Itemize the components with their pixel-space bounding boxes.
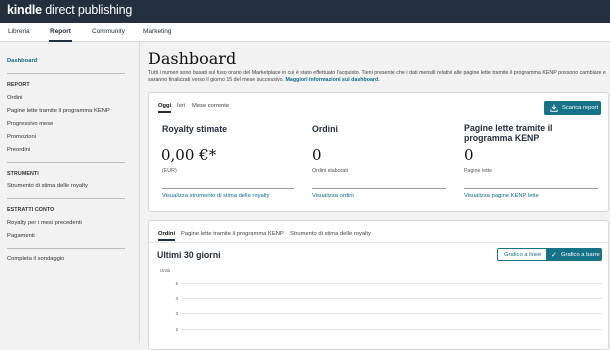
metric-value-royalty: 0,00 €* bbox=[161, 146, 217, 164]
tab-chart-ordini[interactable]: Ordini bbox=[158, 231, 176, 241]
nav-tab-community[interactable]: Community bbox=[92, 28, 125, 35]
divider bbox=[7, 198, 125, 199]
top-bar: kindle direct publishing bbox=[0, 0, 610, 23]
gridline bbox=[182, 283, 602, 284]
dashboard-info-link[interactable]: Maggiori informazioni sul dashboard. bbox=[286, 77, 380, 83]
sidebar-item-pagamenti[interactable]: Pagamenti bbox=[7, 233, 35, 239]
divider bbox=[312, 188, 446, 189]
main-nav: Libreria Report Community Marketing bbox=[0, 23, 610, 42]
link-royalty-estimator[interactable]: Visualizza strumento di stima delle roya… bbox=[162, 193, 270, 199]
chart-title: Ultimi 30 giorni bbox=[157, 250, 221, 260]
bar-chart-toggle[interactable]: ✓ Grafico a barre bbox=[547, 248, 602, 261]
metric-title-ordini: Ordini bbox=[312, 124, 338, 134]
sidebar-item-royalty-estimator[interactable]: Strumento di stima delle royalty bbox=[7, 183, 88, 189]
divider bbox=[7, 162, 125, 163]
divider bbox=[162, 188, 294, 189]
y-tick-2: 2 bbox=[175, 327, 178, 332]
tab-chart-royalty[interactable]: Strumento di stima delle royalty bbox=[290, 231, 371, 237]
sidebar-item-survey[interactable]: Completa il sondaggio bbox=[7, 256, 64, 262]
sidebar-item-kenp[interactable]: Pagine lette tramite il programma KENP bbox=[7, 108, 110, 114]
gridline bbox=[182, 313, 602, 314]
y-tick-5: 5 bbox=[175, 281, 178, 286]
tab-mese-corrente[interactable]: Mese corrente bbox=[192, 103, 229, 109]
kdp-logo[interactable]: kindle direct publishing bbox=[7, 3, 132, 17]
intro-text: Tutti i numeri sono basati sul fuso orar… bbox=[148, 70, 608, 84]
download-icon bbox=[550, 104, 558, 112]
sidebar-heading-estratti-conto: ESTRATTI CONTO bbox=[7, 207, 55, 213]
metric-value-kenp: 0 bbox=[464, 146, 474, 164]
line-chart-toggle-label: Grafico a linee bbox=[504, 252, 542, 258]
gridline bbox=[182, 329, 602, 330]
line-chart-toggle[interactable]: Grafico a linee bbox=[497, 248, 547, 261]
divider bbox=[464, 188, 598, 189]
tab-chart-kenp[interactable]: Pagine lette tramite il programma KENP bbox=[181, 231, 284, 237]
gridline bbox=[182, 298, 602, 299]
divider bbox=[7, 73, 125, 74]
divider bbox=[149, 242, 608, 243]
metric-title-kenp: Pagine lette tramite il programma KENP bbox=[464, 123, 553, 143]
sidebar: Dashboard REPORT Ordini Pagine lette tra… bbox=[0, 42, 140, 343]
y-tick-4: 4 bbox=[175, 296, 178, 301]
page-title: Dashboard bbox=[148, 49, 237, 68]
sidebar-item-previous-royalties[interactable]: Royalty per i mesi precedenti bbox=[7, 220, 82, 226]
tab-ieri[interactable]: Ieri bbox=[177, 103, 185, 109]
download-report-button[interactable]: Scarica report bbox=[544, 101, 601, 115]
metric-sub-ordini: Ordini elaborati bbox=[312, 168, 348, 174]
metric-sub-kenp: Pagine lette bbox=[464, 168, 492, 174]
download-report-label: Scarica report bbox=[562, 104, 599, 111]
sidebar-heading-strumenti: STRUMENTI bbox=[7, 171, 39, 177]
link-kenp-pages[interactable]: Visualizza pagine KENP lette bbox=[464, 193, 539, 199]
tab-oggi[interactable]: Oggi bbox=[158, 103, 172, 113]
metric-value-ordini: 0 bbox=[312, 146, 322, 164]
link-ordini[interactable]: Visualizza ordini bbox=[312, 193, 354, 199]
divider bbox=[7, 248, 125, 249]
sidebar-item-dashboard[interactable]: Dashboard bbox=[7, 58, 37, 64]
check-icon: ✓ bbox=[551, 252, 557, 259]
bar-chart-toggle-label: Grafico a barre bbox=[561, 252, 600, 258]
main-content: Dashboard Tutti i numeri sono basati sul… bbox=[140, 42, 610, 350]
y-tick-3: 3 bbox=[175, 311, 178, 316]
sidebar-item-promozioni[interactable]: Promozioni bbox=[7, 134, 36, 140]
sidebar-item-progressivo-mese[interactable]: Progressivo mese bbox=[7, 121, 53, 127]
y-axis-label: Unità bbox=[160, 268, 171, 273]
sidebar-item-preordini[interactable]: Preordini bbox=[7, 147, 30, 153]
nav-tab-report[interactable]: Report bbox=[49, 28, 72, 42]
metric-sub-royalty: (EUR) bbox=[162, 168, 177, 174]
chart-card bbox=[148, 220, 609, 350]
nav-tab-libreria[interactable]: Libreria bbox=[8, 28, 30, 35]
sidebar-heading-report: REPORT bbox=[7, 82, 30, 88]
nav-tab-marketing[interactable]: Marketing bbox=[143, 28, 172, 35]
sidebar-item-ordini[interactable]: Ordini bbox=[7, 95, 22, 101]
metric-title-royalty: Royalty stimate bbox=[162, 124, 228, 134]
